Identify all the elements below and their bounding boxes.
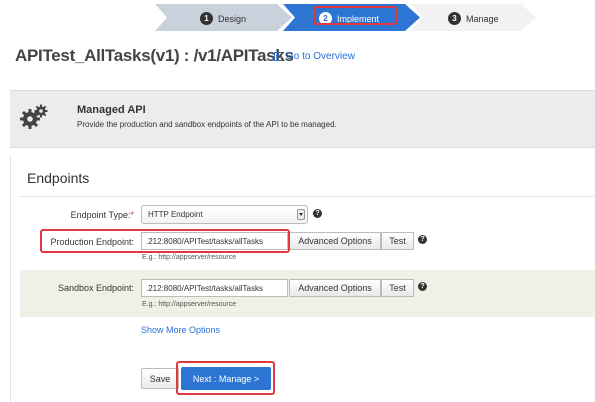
page-title: APITest_AllTasks(v1) : /v1/APITasks	[15, 46, 294, 65]
highlight-production-endpoint	[40, 229, 290, 253]
endpoint-type-select[interactable]: HTTP Endpoint	[141, 205, 308, 224]
production-test-button[interactable]: Test	[381, 232, 414, 250]
highlight-current-step	[313, 6, 397, 25]
endpoint-type-value: HTTP Endpoint	[148, 210, 203, 219]
sandbox-endpoint-hint: E.g.: http://appserver/resource	[142, 301, 237, 308]
production-advanced-options-button[interactable]: Advanced Options	[289, 232, 381, 250]
overview-link-text: Go to Overview	[286, 51, 355, 62]
endpoint-type-label: Endpoint Type:*	[71, 210, 134, 220]
gears-icon	[20, 104, 48, 132]
step-name: Manage	[466, 13, 499, 24]
sandbox-test-button[interactable]: Test	[381, 279, 414, 297]
help-icon[interactable]: ?	[418, 235, 427, 244]
divider	[20, 196, 595, 197]
sandbox-endpoint-label: Sandbox Endpoint:	[57, 283, 134, 293]
required-mark: *	[130, 210, 134, 220]
show-more-options-link[interactable]: Show More Options	[141, 325, 220, 335]
wizard-step-design[interactable]: 1 Design	[155, 4, 295, 31]
help-icon[interactable]: ?	[418, 282, 427, 291]
dropdown-arrow-icon	[297, 209, 305, 220]
endpoint-type-label-text: Endpoint Type:	[70, 210, 131, 220]
document-icon	[274, 52, 282, 61]
step-manage-label: 3 Manage	[448, 12, 499, 25]
help-icon[interactable]: ?	[313, 209, 322, 218]
managed-api-panel	[10, 90, 595, 148]
go-to-overview-link[interactable]: Go to Overview	[274, 51, 355, 62]
highlight-next-button	[176, 361, 275, 395]
step-number: 1	[200, 12, 213, 25]
step-name: Design	[218, 13, 247, 24]
managed-api-description: Provide the production and sandbox endpo…	[77, 120, 337, 129]
sandbox-endpoint-input[interactable]: .212:8080/APITest/tasks/allTasks	[141, 279, 288, 297]
managed-api-title: Managed API	[77, 104, 146, 116]
step-number: 3	[448, 12, 461, 25]
endpoints-heading: Endpoints	[27, 170, 90, 186]
wizard-step-manage[interactable]: 3 Manage	[411, 4, 541, 31]
step-design-label: 1 Design	[200, 12, 246, 25]
save-button[interactable]: Save	[141, 368, 179, 389]
sandbox-advanced-options-button[interactable]: Advanced Options	[289, 279, 381, 297]
production-endpoint-hint: E.g.: http://appserver/resource	[142, 254, 237, 261]
